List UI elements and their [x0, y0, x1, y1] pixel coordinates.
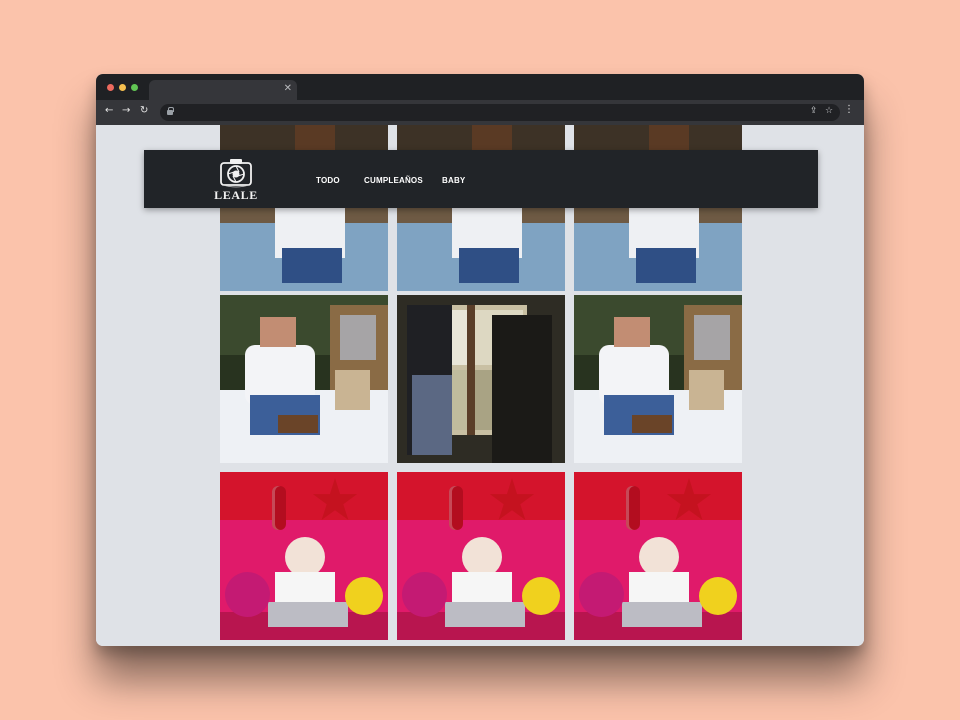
- share-icon[interactable]: ⇪: [810, 106, 818, 116]
- gallery-photo[interactable]: [220, 472, 388, 640]
- photo-shape: [636, 248, 696, 283]
- photo-shape: [340, 315, 376, 360]
- photo-shape: [522, 577, 560, 615]
- tab-close-icon[interactable]: ✕: [284, 83, 292, 94]
- address-bar[interactable]: ⇪ ☆: [160, 104, 840, 121]
- reload-icon[interactable]: ↻: [140, 105, 148, 116]
- photo-shape: [345, 577, 383, 615]
- photo-shape: [694, 315, 730, 360]
- photo-shape: [462, 537, 502, 577]
- photo-shape: [579, 572, 624, 617]
- photo-shape: [467, 305, 475, 435]
- photo-shape: [282, 248, 342, 283]
- browser-menu-icon[interactable]: ⋮: [844, 104, 854, 115]
- browser-window: ✕ ← → ↻ ⇪ ☆ ⋮ LEALE TODO CUMPLEAÑOS BABY: [96, 74, 864, 646]
- maximize-window-dot[interactable]: [131, 84, 138, 91]
- lock-icon: [167, 107, 174, 115]
- site-logo[interactable]: LEALE: [214, 154, 258, 204]
- back-arrow-icon[interactable]: ←: [105, 105, 113, 116]
- photo-shape: [285, 537, 325, 577]
- photo-shape: [260, 317, 296, 347]
- nav-link-baby[interactable]: BABY: [442, 176, 465, 185]
- photo-shape: [412, 375, 452, 455]
- forward-arrow-icon[interactable]: →: [122, 105, 130, 116]
- browser-toolbar: ← → ↻ ⇪ ☆ ⋮: [96, 100, 864, 125]
- gallery-photo[interactable]: [397, 472, 565, 640]
- nav-link-cumpleanos[interactable]: CUMPLEAÑOS: [364, 176, 423, 185]
- gallery-photo[interactable]: [574, 472, 742, 640]
- photo-shape: [225, 572, 270, 617]
- photo-shape: [268, 602, 348, 627]
- photo-shape: [278, 415, 318, 433]
- close-window-dot[interactable]: [107, 84, 114, 91]
- photo-shape: [632, 415, 672, 433]
- photo-shape: [295, 125, 335, 153]
- camera-aperture-icon: [220, 159, 252, 188]
- photo-shape: [492, 315, 552, 463]
- bookmark-star-icon[interactable]: ☆: [825, 106, 833, 116]
- gallery-photo[interactable]: [397, 295, 565, 463]
- photo-shape: [622, 602, 702, 627]
- photo-shape: [699, 577, 737, 615]
- browser-tab[interactable]: ✕: [149, 80, 297, 100]
- browser-titlebar: ✕: [96, 74, 864, 100]
- photo-shape: [472, 125, 512, 153]
- photo-shape: [689, 370, 724, 410]
- balloon-number-one: [449, 486, 463, 530]
- photo-shape: [402, 572, 447, 617]
- photo-shape: [459, 248, 519, 283]
- minimize-window-dot[interactable]: [119, 84, 126, 91]
- site-navbar: LEALE TODO CUMPLEAÑOS BABY: [144, 150, 818, 208]
- balloon-number-one: [626, 486, 640, 530]
- nav-link-todo[interactable]: TODO: [316, 176, 340, 185]
- web-page: LEALE TODO CUMPLEAÑOS BABY: [96, 125, 864, 646]
- photo-shape: [639, 537, 679, 577]
- gallery-photo[interactable]: [574, 295, 742, 463]
- balloon-number-one: [272, 486, 286, 530]
- photo-shape: [614, 317, 650, 347]
- photo-shape: [649, 125, 689, 153]
- photo-shape: [445, 602, 525, 627]
- photo-shape: [335, 370, 370, 410]
- logo-text: LEALE: [214, 188, 258, 202]
- gallery-photo[interactable]: [220, 295, 388, 463]
